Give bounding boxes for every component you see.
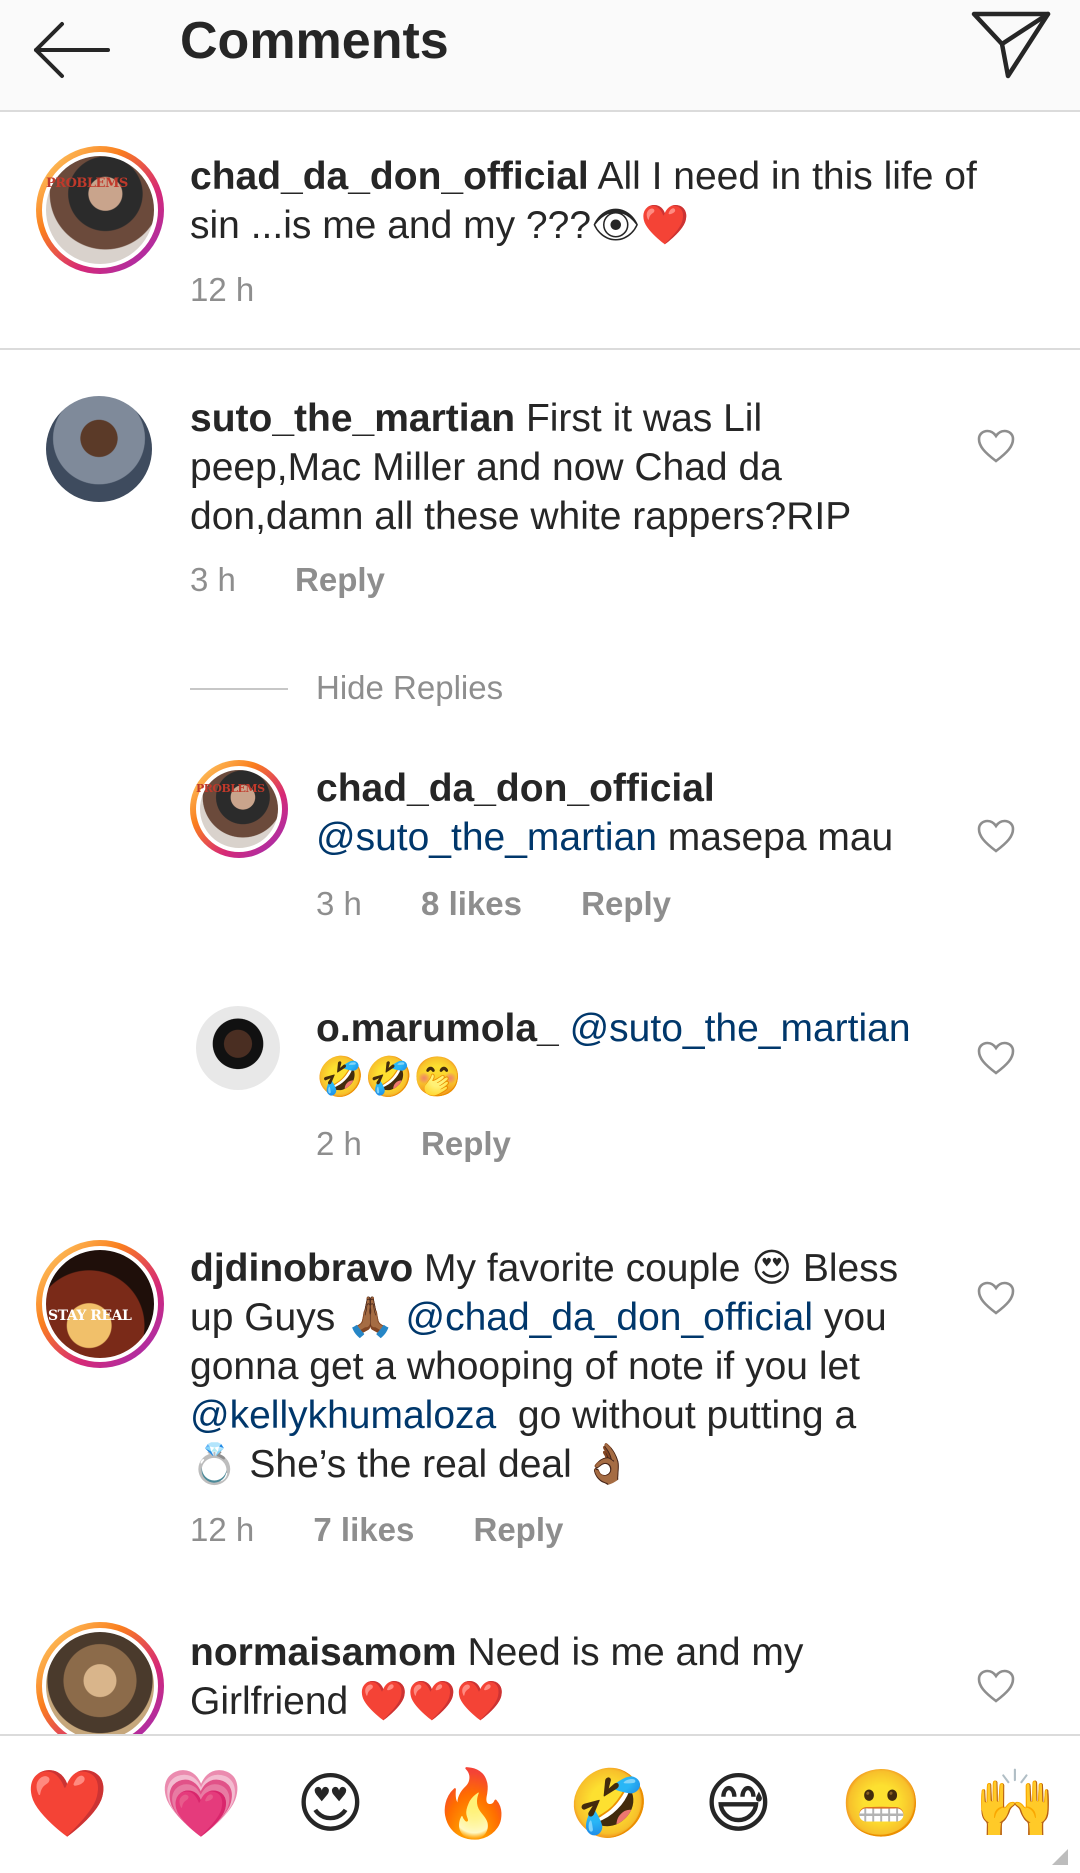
timestamp: 12 h bbox=[190, 1511, 255, 1548]
likes-count[interactable]: 8 likes bbox=[421, 885, 522, 922]
comment-text: djdinobravo My favorite couple 😍 Bless u… bbox=[190, 1244, 970, 1489]
reply-body: masepa mau bbox=[656, 816, 894, 859]
top-bar: Comments bbox=[0, 0, 1080, 112]
comment-text: normaisamom Need is me and my Girlfriend… bbox=[190, 1628, 970, 1726]
avatar[interactable] bbox=[196, 1006, 280, 1090]
comment-body: First it was Lil bbox=[525, 397, 763, 440]
comment-body: 💍 She’s the real deal 👌🏾 bbox=[190, 1443, 632, 1486]
caption-text: chad_da_don_official All I need in this … bbox=[190, 152, 990, 250]
emoji-pink-heart-button[interactable]: 💗 bbox=[160, 1766, 242, 1842]
timestamp: 3 h bbox=[190, 561, 236, 598]
comment-username[interactable]: normaisamom bbox=[190, 1631, 457, 1674]
emoji-reaction-bar: ❤️ 💗 😍 🔥 🤣 😅 😬 🙌 bbox=[0, 1734, 1080, 1873]
mention-link[interactable]: @kellykhumaloza bbox=[190, 1394, 496, 1437]
divider bbox=[190, 688, 288, 690]
like-heart-icon[interactable] bbox=[976, 1668, 1016, 1704]
avatar-logo-text: PROBLEMS bbox=[196, 782, 265, 795]
reply-button[interactable]: Reply bbox=[474, 1511, 564, 1548]
avatar[interactable]: STAY REAL bbox=[36, 1240, 164, 1368]
avatar-logo-text: STAY REAL bbox=[48, 1308, 132, 1324]
avatar[interactable] bbox=[36, 1622, 164, 1750]
page-title: Comments bbox=[180, 12, 449, 70]
post-caption: PROBLEMS chad_da_don_official All I need… bbox=[0, 112, 1080, 350]
emoji-raised-hands-button[interactable]: 🙌 bbox=[974, 1766, 1056, 1842]
comment-body: you bbox=[813, 1296, 887, 1339]
reply-meta: 2 h Reply bbox=[316, 1124, 561, 1164]
emoji-fire-button[interactable]: 🔥 bbox=[432, 1766, 514, 1842]
reply-button[interactable]: Reply bbox=[421, 1125, 511, 1162]
avatar[interactable]: PROBLEMS bbox=[190, 760, 288, 858]
avatar[interactable]: PROBLEMS bbox=[36, 146, 164, 274]
direct-message-icon[interactable] bbox=[966, 4, 1056, 84]
timestamp: 3 h bbox=[316, 885, 362, 922]
like-heart-icon[interactable] bbox=[976, 818, 1016, 854]
back-arrow-icon[interactable] bbox=[24, 14, 120, 86]
likes-count[interactable]: 7 likes bbox=[313, 1511, 414, 1548]
like-heart-icon[interactable] bbox=[976, 1040, 1016, 1076]
comment-body: Girlfriend ❤️❤️❤️ bbox=[190, 1680, 505, 1723]
comment-meta: 12 h 7 likes Reply bbox=[190, 1510, 613, 1550]
comment-body: don,damn all these white rappers?RIP bbox=[190, 495, 852, 538]
avatar-logo-text: PROBLEMS bbox=[46, 176, 128, 191]
like-heart-icon[interactable] bbox=[976, 428, 1016, 464]
hide-replies-label[interactable]: Hide Replies bbox=[316, 668, 503, 708]
reply-meta: 3 h 8 likes Reply bbox=[316, 884, 721, 924]
comment-body: gonna get a whooping of note if you let bbox=[190, 1345, 861, 1388]
comment-username[interactable]: suto_the_martian bbox=[190, 397, 515, 440]
timestamp: 12 h bbox=[190, 271, 255, 308]
reply-body: 🤣🤣🤭 bbox=[316, 1056, 462, 1099]
caption-username[interactable]: chad_da_don_official bbox=[190, 155, 589, 198]
comment-body: Need is me and my bbox=[467, 1631, 804, 1674]
emoji-rofl-button[interactable]: 🤣 bbox=[568, 1766, 650, 1842]
mention-link[interactable]: @suto_the_martian bbox=[316, 816, 657, 859]
caption-meta: 12 h bbox=[190, 270, 304, 310]
comment-body: go without putting a bbox=[496, 1394, 857, 1437]
emoji-red-heart-button[interactable]: ❤️ bbox=[26, 1766, 108, 1842]
emoji-grimace-button[interactable]: 😬 bbox=[840, 1766, 922, 1842]
reply-text: chad_da_don_official @suto_the_martian m… bbox=[316, 764, 976, 862]
comment-body: up Guys 🙏🏾 bbox=[190, 1296, 395, 1339]
comment-username[interactable]: djdinobravo bbox=[190, 1247, 413, 1290]
comment-text: suto_the_martian First it was Lil peep,M… bbox=[190, 394, 970, 541]
mention-link[interactable]: @suto_the_martian bbox=[570, 1007, 911, 1050]
corner-grip-icon bbox=[1052, 1849, 1068, 1865]
reply-username[interactable]: chad_da_don_official bbox=[316, 764, 976, 813]
comment-body: My favorite couple 😍 Bless bbox=[424, 1247, 899, 1290]
reply-button[interactable]: Reply bbox=[581, 885, 671, 922]
emoji-sweat-smile-button[interactable]: 😅 bbox=[704, 1766, 773, 1842]
like-heart-icon[interactable] bbox=[976, 1280, 1016, 1316]
comment-meta: 3 h Reply bbox=[190, 560, 435, 600]
timestamp: 2 h bbox=[316, 1125, 362, 1162]
reply-text: o.marumola_ @suto_the_martian 🤣🤣🤭 bbox=[316, 1004, 976, 1102]
comment-body: peep,Mac Miller and now Chad da bbox=[190, 446, 782, 489]
avatar[interactable] bbox=[46, 396, 152, 502]
emoji-heart-eyes-button[interactable]: 😍 bbox=[296, 1766, 365, 1842]
reply-button[interactable]: Reply bbox=[295, 561, 385, 598]
reply-username[interactable]: o.marumola_ bbox=[316, 1007, 559, 1050]
mention-link[interactable]: @chad_da_don_official bbox=[405, 1296, 813, 1339]
